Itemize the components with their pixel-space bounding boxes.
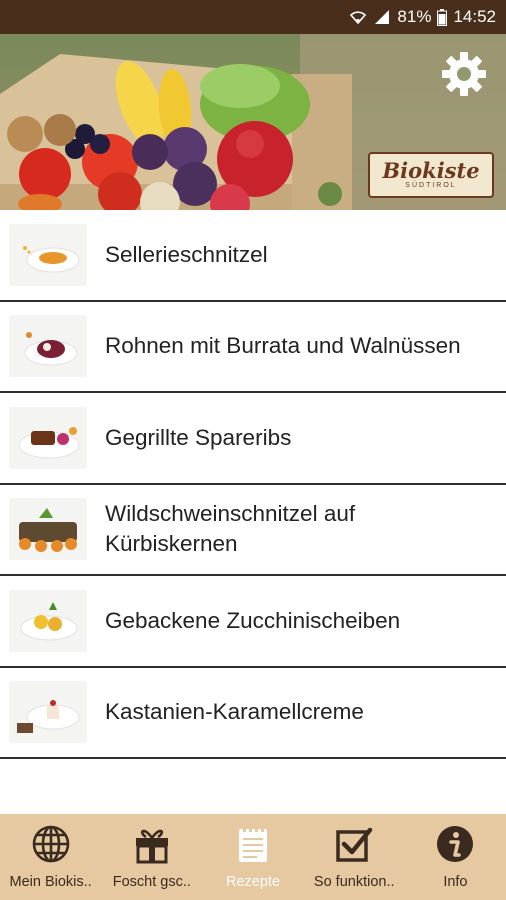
nav-item-foscht[interactable]: Foscht gsc.. xyxy=(101,814,202,900)
recipe-item-wildschweinschnitzel[interactable]: Wildschweinschnitzel auf Kürbiskernen xyxy=(0,484,506,576)
info-icon xyxy=(433,822,477,866)
nav-label: Info xyxy=(443,874,468,890)
brand-logo: Biokiste SÜDTIROL xyxy=(368,152,494,198)
nav-item-info[interactable]: Info xyxy=(405,814,506,900)
gear-icon xyxy=(440,50,488,103)
nav-item-rezepte[interactable]: Rezepte xyxy=(202,814,303,900)
dish-thumbnail xyxy=(9,498,87,561)
dish-thumbnail xyxy=(9,223,87,286)
nav-item-so-funktionierts[interactable]: So funktion.. xyxy=(304,814,405,900)
dish-thumbnail xyxy=(9,681,87,744)
recipe-item-rohnen[interactable]: Rohnen mit Burrata und Walnüssen xyxy=(0,301,506,393)
nav-label: Rezepte xyxy=(226,874,281,890)
recipe-title: Gegrillte Spareribs xyxy=(105,424,292,450)
wifi-icon xyxy=(349,9,367,25)
recipe-item-kastanien[interactable]: Kastanien-Karamellcreme xyxy=(0,667,506,759)
recipe-item-sellerieschnitzel[interactable]: Sellerieschnitzel xyxy=(0,210,506,302)
dish-thumbnail xyxy=(9,406,87,469)
brand-name: Biokiste xyxy=(382,158,480,183)
signal-icon xyxy=(373,9,391,25)
nav-label: Mein Biokis.. xyxy=(9,874,92,890)
recipe-item-spareribs[interactable]: Gegrillte Spareribs xyxy=(0,393,506,485)
notepad-icon xyxy=(231,822,275,866)
nav-label: So funktion.. xyxy=(313,874,395,890)
battery-icon xyxy=(437,8,448,26)
recipe-item-zucchinischeiben[interactable]: Gebackene Zucchinischeiben xyxy=(0,576,506,668)
recipe-title: Rohnen mit Burrata und Walnüssen xyxy=(105,333,461,359)
recipe-list: Sellerieschnitzel Rohnen mit Burrata und… xyxy=(0,210,506,759)
globe-icon xyxy=(29,822,73,866)
header-banner: Biokiste SÜDTIROL xyxy=(0,34,506,210)
settings-button[interactable] xyxy=(438,50,490,102)
clock-time: 14:52 xyxy=(453,7,496,26)
dish-thumbnail xyxy=(9,589,87,652)
brand-subtitle: SÜDTIROL xyxy=(405,182,457,189)
recipe-title: Kastanien-Karamellcreme xyxy=(105,699,364,725)
recipe-title: Sellerieschnitzel xyxy=(105,241,268,267)
status-bar: 81% 14:52 xyxy=(0,0,506,34)
nav-item-mein-biokiste[interactable]: Mein Biokis.. xyxy=(0,814,101,900)
battery-percent: 81% xyxy=(397,7,432,26)
dish-thumbnail xyxy=(9,315,87,378)
recipe-title: Gebackene Zucchinischeiben xyxy=(105,607,401,633)
recipe-title: Wildschweinschnitzel auf Kürbiskernen xyxy=(105,501,356,557)
gift-icon xyxy=(130,822,174,866)
bottom-navigation: Mein Biokis.. Foscht gsc.. Rezepte So fu… xyxy=(0,814,506,900)
checkbox-icon xyxy=(332,822,376,866)
nav-label: Foscht gsc.. xyxy=(112,874,191,890)
